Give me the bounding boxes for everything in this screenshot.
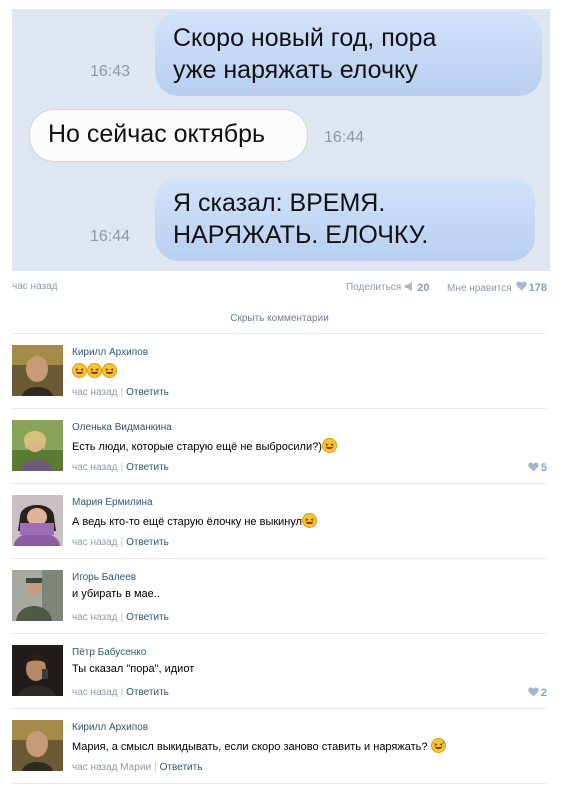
avatar[interactable]	[12, 645, 63, 696]
heart-icon	[515, 281, 527, 291]
separator: |	[120, 387, 124, 398]
comment: Игорь Балеев и убирать в мае.. час назад…	[12, 558, 547, 633]
comment-author[interactable]: Кирилл Архипов	[72, 347, 148, 358]
chat-screenshot: Скоро новый год, пора уже наряжать елочк…	[12, 9, 550, 271]
heart-icon	[528, 462, 539, 472]
divider	[12, 783, 547, 784]
separator: |	[120, 687, 124, 698]
comment-text: Есть люди, которые старую ещё не выброси…	[72, 438, 337, 453]
post-actions: Поделиться 20 Мне нравится 178	[346, 281, 547, 294]
like-count: 178	[528, 282, 547, 295]
comment-time[interactable]: час назад	[72, 612, 118, 623]
separator: |	[120, 612, 124, 623]
message-bubble-outgoing: Скоро новый год, пора уже наряжать елочк…	[155, 12, 542, 96]
like-button[interactable]: Мне нравится 178	[447, 281, 547, 294]
comment-text: А ведь кто-то ещё старую ёлочку не выкин…	[72, 513, 318, 528]
comment-text: Мария, а смысл выкидывать, если скоро за…	[72, 738, 446, 753]
comment: Кирилл Архипов Мария, а смысл выкидывать…	[12, 708, 547, 783]
message-timestamp: 16:44	[90, 228, 131, 245]
comment-text: и убирать в мае..	[72, 588, 160, 600]
comment-time[interactable]: час назад	[72, 462, 118, 473]
comment-footer: час назад | Ответить	[72, 462, 169, 473]
comment-time[interactable]: час назад	[72, 762, 118, 773]
message-line: уже наряжать елочку	[173, 56, 418, 84]
sweat-smile-emoji-icon	[430, 738, 446, 753]
laughing-emoji-icon	[87, 363, 102, 378]
comment-footer: час назад | Ответить	[72, 687, 169, 698]
reply-link[interactable]: Ответить	[126, 687, 169, 698]
comment-time[interactable]: час назад	[72, 537, 118, 548]
like-label: Мне нравится	[447, 282, 512, 294]
comment-author[interactable]: Оленька Видманкина	[72, 422, 172, 433]
reply-link[interactable]: Ответить	[126, 537, 169, 548]
comment-text-body: Ты сказал "пора", идиот	[72, 663, 195, 675]
share-button[interactable]: Поделиться 20	[345, 281, 430, 294]
avatar[interactable]	[12, 420, 63, 471]
reply-link[interactable]: Ответить	[126, 462, 169, 473]
comment-text-body: Есть люди, которые старую ещё не выброси…	[72, 441, 322, 453]
message-line: Я сказал: ВРЕМЯ.	[173, 189, 386, 217]
message-bubble-incoming: Но сейчас октябрь	[30, 110, 307, 161]
comment: Мария Ермилина А ведь кто-то ещё старую …	[12, 483, 547, 558]
hide-comments-link[interactable]: Скрыть комментарии	[12, 313, 547, 324]
comment-like-button[interactable]: 5	[528, 462, 547, 474]
avatar[interactable]	[12, 720, 63, 771]
avatar[interactable]	[12, 495, 63, 546]
comment-time[interactable]: час назад	[72, 387, 118, 398]
message-timestamp: 16:43	[90, 63, 131, 80]
avatar[interactable]	[12, 570, 63, 621]
reply-to[interactable]: Марии	[120, 762, 151, 773]
comment-like-button[interactable]: 2	[528, 687, 547, 699]
reply-link[interactable]: Ответить	[126, 612, 169, 623]
message-bubble-outgoing: Я сказал: ВРЕМЯ. НАРЯЖАТЬ. ЕЛОЧКУ.	[155, 177, 535, 261]
megaphone-icon	[405, 281, 413, 291]
message-line: НАРЯЖАТЬ. ЕЛОЧКУ.	[173, 221, 429, 249]
comment-text: Ты сказал "пора", идиот	[72, 663, 194, 675]
comment-time[interactable]: час назад	[72, 687, 118, 698]
comment-author[interactable]: Кирилл Архипов	[72, 722, 148, 733]
post-meta: час назад Поделиться 20 Мне нравится 178	[12, 280, 547, 296]
reply-link[interactable]: Ответить	[126, 387, 169, 398]
separator: |	[120, 537, 124, 548]
comment-text-body: Мария, а смысл выкидывать, если скоро за…	[72, 741, 428, 753]
comment-author[interactable]: Пётр Бабусенко	[72, 647, 146, 658]
comment-text	[72, 363, 117, 378]
laughing-emoji-icon	[302, 513, 318, 528]
comment-footer: час назад | Ответить	[72, 612, 169, 623]
message-line: Но сейчас октябрь	[48, 120, 266, 148]
comment: Оленька Видманкина Есть люди, которые ст…	[12, 408, 547, 483]
comment-footer: час назад | Ответить	[72, 537, 169, 548]
comment-text-body: А ведь кто-то ещё старую ёлочку не выкин…	[72, 516, 303, 528]
separator: |	[154, 762, 157, 773]
laughing-emoji-icon	[102, 363, 117, 378]
heart-icon	[528, 687, 539, 697]
share-label: Поделиться	[345, 282, 402, 294]
share-count: 20	[417, 281, 430, 294]
comment-footer: час назад Марии | Ответить	[72, 762, 202, 773]
message-line: Скоро новый год, пора	[173, 24, 437, 52]
laughing-emoji-icon	[321, 438, 337, 453]
avatar[interactable]	[12, 345, 63, 396]
laughing-emoji-icon	[72, 363, 87, 378]
comment-footer: час назад | Ответить	[72, 387, 169, 398]
comment: Кирилл Архипов час назад | Ответить	[12, 333, 547, 408]
comment-author[interactable]: Игорь Балеев	[72, 572, 136, 583]
comment: Пётр Бабусенко Ты сказал "пора", идиот ч…	[12, 633, 547, 708]
comment-author[interactable]: Мария Ермилина	[72, 497, 153, 508]
comment-like-count: 5	[540, 462, 547, 474]
post-time[interactable]: час назад	[12, 281, 58, 292]
comment-like-count: 2	[540, 687, 547, 699]
comment-text-body: и убирать в мае..	[72, 588, 160, 600]
separator: |	[120, 462, 124, 473]
message-timestamp: 16:44	[324, 129, 365, 146]
reply-link[interactable]: Ответить	[160, 762, 203, 773]
